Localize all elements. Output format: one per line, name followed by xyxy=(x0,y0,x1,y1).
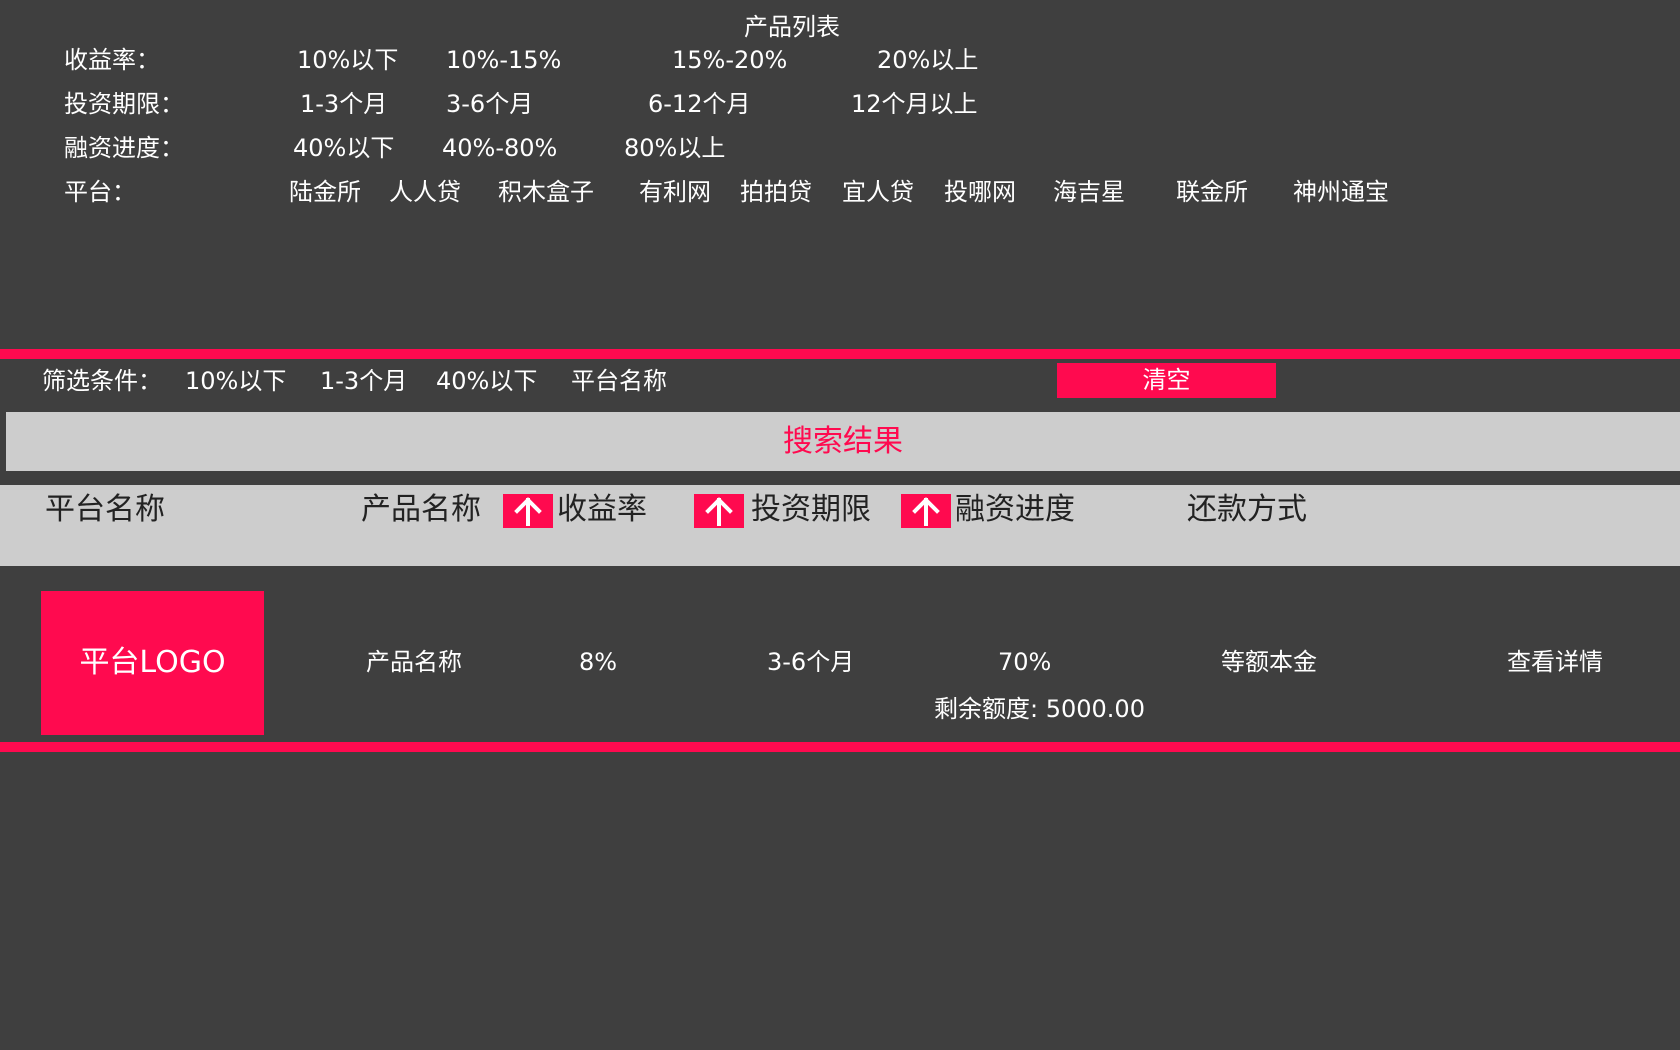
selected-filter-tag[interactable]: 40%以下 xyxy=(436,367,537,395)
arrow-up-icon xyxy=(912,497,940,526)
view-details-link[interactable]: 查看详情 xyxy=(1507,648,1603,676)
filter-option-term-2[interactable]: 3-6个月 xyxy=(446,90,533,118)
sort-progress-button[interactable] xyxy=(901,494,951,528)
filter-option-platform-6[interactable]: 宜人贷 xyxy=(842,178,914,206)
filter-option-platform-2[interactable]: 人人贷 xyxy=(389,178,461,206)
filter-option-platform-10[interactable]: 神州通宝 xyxy=(1293,178,1389,206)
sort-term-button[interactable] xyxy=(694,494,744,528)
filter-label-yield: 收益率： xyxy=(64,46,160,74)
filter-label-term: 投资期限： xyxy=(64,90,184,118)
arrow-up-icon xyxy=(514,497,542,526)
filter-option-term-1[interactable]: 1-3个月 xyxy=(300,90,387,118)
column-header-platform: 平台名称 xyxy=(45,492,165,527)
clear-button[interactable]: 清空 xyxy=(1057,363,1276,398)
results-title: 搜索结果 xyxy=(6,412,1680,471)
column-header-yield[interactable]: 收益率 xyxy=(557,493,647,527)
filter-option-platform-3[interactable]: 积木盒子 xyxy=(498,178,594,206)
filter-option-yield-3[interactable]: 15%-20% xyxy=(672,46,787,74)
filter-option-platform-5[interactable]: 拍拍贷 xyxy=(740,178,812,206)
row-product-name[interactable]: 产品名称 xyxy=(366,648,462,676)
filter-option-yield-1[interactable]: 10%以下 xyxy=(297,46,398,74)
top-divider xyxy=(0,349,1680,359)
column-header-repayment: 还款方式 xyxy=(1187,492,1307,527)
filter-label-platform: 平台： xyxy=(64,178,136,206)
table-header: 平台名称 产品名称 收益率 投资期限 融资进度 还款方式 xyxy=(0,485,1680,566)
filter-option-platform-1[interactable]: 陆金所 xyxy=(289,178,361,206)
row-progress: 70% xyxy=(998,648,1052,676)
column-header-product: 产品名称 xyxy=(361,492,481,527)
column-header-progress[interactable]: 融资进度 xyxy=(955,493,1075,527)
sort-yield-button[interactable] xyxy=(503,494,553,528)
filter-option-platform-9[interactable]: 联金所 xyxy=(1176,178,1248,206)
column-header-term[interactable]: 投资期限 xyxy=(751,493,871,527)
filter-label-progress: 融资进度： xyxy=(64,134,184,162)
filter-option-progress-1[interactable]: 40%以下 xyxy=(293,134,394,162)
row-repayment: 等额本金 xyxy=(1221,648,1317,676)
bottom-divider xyxy=(0,742,1680,752)
filter-option-platform-8[interactable]: 海吉星 xyxy=(1053,178,1125,206)
filter-option-yield-2[interactable]: 10%-15% xyxy=(446,46,561,74)
selected-filter-tag[interactable]: 平台名称 xyxy=(571,367,667,395)
row-remaining-amount: 剩余额度: 5000.00 xyxy=(934,695,1145,723)
arrow-up-icon xyxy=(705,497,733,526)
page-title: 产品列表 xyxy=(744,13,840,41)
filter-option-progress-3[interactable]: 80%以上 xyxy=(624,134,725,162)
filter-option-term-3[interactable]: 6-12个月 xyxy=(648,90,750,118)
row-yield: 8% xyxy=(579,648,618,676)
selected-filter-tag[interactable]: 10%以下 xyxy=(185,367,286,395)
selected-filter-tag[interactable]: 1-3个月 xyxy=(320,367,407,395)
platform-logo: 平台LOGO xyxy=(41,591,264,735)
filter-option-term-4[interactable]: 12个月以上 xyxy=(851,90,978,118)
filter-option-platform-4[interactable]: 有利网 xyxy=(639,178,711,206)
row-term: 3-6个月 xyxy=(767,648,855,676)
filter-option-yield-4[interactable]: 20%以上 xyxy=(877,46,978,74)
selected-filters-label: 筛选条件： xyxy=(42,367,162,395)
filter-option-progress-2[interactable]: 40%-80% xyxy=(442,134,557,162)
filter-option-platform-7[interactable]: 投哪网 xyxy=(944,178,1016,206)
